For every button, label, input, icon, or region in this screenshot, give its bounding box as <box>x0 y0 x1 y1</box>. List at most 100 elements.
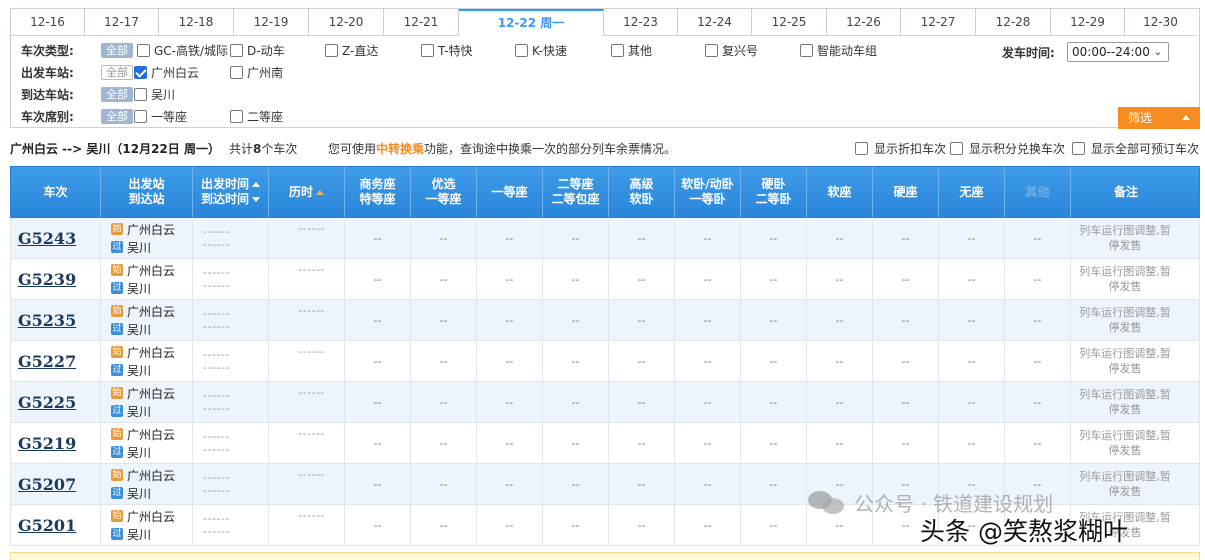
to-station-option[interactable]: 吴川 <box>134 86 175 103</box>
from-station-row: 出发车站: 全部 <box>21 62 143 82</box>
train-number-link[interactable]: G5235 <box>18 311 76 330</box>
start-station-icon: 始 <box>111 305 123 317</box>
seat-cell: -- <box>477 382 543 422</box>
from-station: 始广州白云 <box>111 343 175 361</box>
checkbox[interactable] <box>230 44 243 57</box>
duration-cell: ------ <box>269 300 345 340</box>
col-deluxe-sleeper-label: 软卧 <box>629 192 654 206</box>
train-type-option[interactable]: GC-高铁/城际 <box>137 42 228 59</box>
to-station-all-button[interactable]: 全部 <box>101 86 133 102</box>
seat-cell: -- <box>675 300 741 340</box>
checkbox[interactable] <box>325 44 338 57</box>
sort-depart-time[interactable]: 出发时间 <box>201 177 260 192</box>
seat-class-option[interactable]: 二等座 <box>230 108 283 125</box>
train-type-option[interactable]: D-动车 <box>230 42 285 59</box>
checkbox[interactable] <box>230 66 243 79</box>
seat-availability: -- <box>835 518 844 532</box>
train-number-link[interactable]: G5239 <box>18 270 76 289</box>
start-station-icon: 始 <box>111 510 123 522</box>
date-tab[interactable]: 12-21 <box>384 9 459 36</box>
train-type-option[interactable]: T-特快 <box>421 42 473 59</box>
train-number-link[interactable]: G5201 <box>18 516 76 535</box>
checkbox[interactable] <box>611 44 624 57</box>
seat-availability: -- <box>1033 231 1042 245</box>
train-number-link[interactable]: G5243 <box>18 229 76 248</box>
train-type-label: 车次类型: <box>21 43 74 58</box>
from-station-option[interactable]: 广州南 <box>230 64 283 81</box>
checkbox[interactable] <box>134 110 147 123</box>
date-tab[interactable]: 12-22 周一 <box>459 9 604 36</box>
col-hard-sleeper-label: 硬卧 <box>761 177 786 191</box>
date-tab[interactable]: 12-23 <box>604 9 678 36</box>
seat-cell: -- <box>675 341 741 381</box>
checkbox[interactable] <box>855 142 868 155</box>
from-station-name: 广州白云 <box>127 509 176 524</box>
from-station-option[interactable]: 广州白云 <box>134 64 199 81</box>
display-option[interactable]: 显示折扣车次 <box>855 140 946 157</box>
checkbox[interactable] <box>134 88 147 101</box>
date-tab[interactable]: 12-20 <box>309 9 384 36</box>
date-tab[interactable]: 12-27 <box>901 9 976 36</box>
train-type-option[interactable]: 复兴号 <box>705 42 758 59</box>
checkbox[interactable] <box>515 44 528 57</box>
checkbox-label: 广州白云 <box>151 66 200 80</box>
to-station: 过吴川 <box>111 484 151 502</box>
from-station-all-button[interactable]: 全部 <box>101 64 133 80</box>
train-type-option[interactable]: 其他 <box>611 42 652 59</box>
seat-availability: -- <box>571 395 580 409</box>
train-type-all-button[interactable]: 全部 <box>101 42 133 58</box>
times-cell: ------ ------ <box>193 259 269 299</box>
date-tab[interactable]: 12-16 <box>11 9 85 36</box>
seat-availability: -- <box>637 518 646 532</box>
col-duration[interactable]: 历时 <box>269 167 345 217</box>
checkbox[interactable] <box>134 66 147 79</box>
seat-availability: -- <box>901 436 910 450</box>
seat-class-option[interactable]: 一等座 <box>134 108 187 125</box>
checkbox[interactable] <box>800 44 813 57</box>
seat-cell: -- <box>741 505 807 545</box>
seat-cell: -- <box>741 218 807 258</box>
from-station-label: 出发车站: <box>21 65 74 80</box>
note-line: 列车运行图调整,暂 <box>1079 265 1171 278</box>
to-station: 过吴川 <box>111 402 151 420</box>
seat-class-all-button[interactable]: 全部 <box>101 108 133 124</box>
date-tab[interactable]: 12-17 <box>85 9 159 36</box>
seat-cell: -- <box>939 341 1005 381</box>
train-number-link[interactable]: G5207 <box>18 475 76 494</box>
date-tab[interactable]: 12-25 <box>752 9 827 36</box>
seat-availability: -- <box>571 518 580 532</box>
train-type-option[interactable]: Z-直达 <box>325 42 378 59</box>
train-number-link[interactable]: G5219 <box>18 434 76 453</box>
checkbox[interactable] <box>230 110 243 123</box>
checkbox[interactable] <box>137 44 150 57</box>
train-number-link[interactable]: G5225 <box>18 393 76 412</box>
start-station-icon: 始 <box>111 428 123 440</box>
stations-cell: 始广州白云过吴川 <box>101 423 193 463</box>
checkbox[interactable] <box>705 44 718 57</box>
screen-button[interactable]: 筛选 <box>1118 107 1200 129</box>
train-cell: G5239 <box>11 259 101 299</box>
seat-availability: -- <box>439 477 448 491</box>
checkbox-label: 智能动车组 <box>817 44 878 58</box>
checkbox[interactable] <box>1072 142 1085 155</box>
checkbox[interactable] <box>950 142 963 155</box>
seat-availability: -- <box>835 272 844 286</box>
train-number-link[interactable]: G5227 <box>18 352 76 371</box>
train-type-option[interactable]: 智能动车组 <box>800 42 877 59</box>
transfer-link[interactable]: 中转换乘 <box>376 142 424 156</box>
date-tab[interactable]: 12-24 <box>678 9 752 36</box>
train-type-option[interactable]: K-快速 <box>515 42 567 59</box>
checkbox[interactable] <box>421 44 434 57</box>
display-option[interactable]: 显示全部可预订车次 <box>1072 140 1199 157</box>
date-tab[interactable]: 12-26 <box>827 9 901 36</box>
date-tab[interactable]: 12-29 <box>1051 9 1125 36</box>
sort-arrive-time[interactable]: 到达时间 <box>201 192 260 207</box>
date-tab[interactable]: 12-30 <box>1125 9 1196 36</box>
sort-down-icon <box>252 197 260 202</box>
display-option[interactable]: 显示积分兑换车次 <box>950 140 1065 157</box>
depart-time-select[interactable]: 00:00--24:00 ⌄ <box>1067 42 1169 62</box>
date-tab[interactable]: 12-28 <box>976 9 1051 36</box>
table-row: G5235 始广州白云过吴川 ------ ------ ------ -- -- -- -- -… <box>10 300 1200 341</box>
date-tab[interactable]: 12-19 <box>234 9 309 36</box>
date-tab[interactable]: 12-18 <box>159 9 234 36</box>
